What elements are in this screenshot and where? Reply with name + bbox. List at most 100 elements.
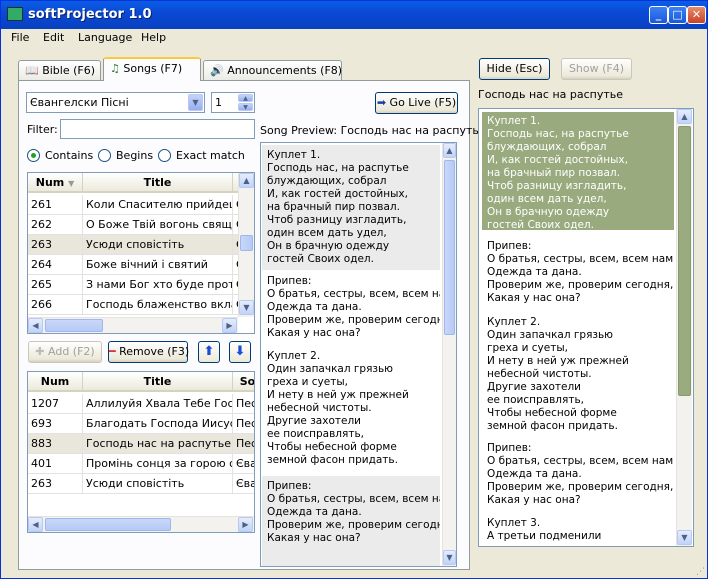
filter-input[interactable] (60, 119, 255, 139)
table-row[interactable]: 264Боже вічний і святийЄ (28, 255, 254, 275)
title-bar[interactable]: softProjector 1.0 _ □ ✕ (1, 1, 707, 29)
scroll-thumb[interactable] (45, 518, 171, 531)
preview-verse[interactable]: Куплет 1. Господь нас, на распутье блужд… (262, 145, 440, 270)
songbook-select[interactable]: Євангелски Пісні ▼ (26, 92, 205, 113)
table-cell-title: Усюди сповістіть (83, 235, 233, 255)
table-row[interactable]: 693Благодать Господа Иисус...Песн (28, 414, 254, 434)
table-cell-title: З нами Бог хто буде прот... (83, 275, 233, 295)
plus-icon: ✚ (35, 345, 45, 358)
live-verse[interactable]: Куплет 1. Господь нас, на распутье блужд… (482, 112, 674, 230)
menu-bar: File Edit Language Help (1, 29, 707, 47)
hide-button[interactable]: Hide (Esc) (479, 58, 550, 80)
radio-begins[interactable] (98, 149, 111, 162)
minus-icon: ━ (109, 345, 116, 358)
live-verse[interactable]: Куплет 3. А третьи подменили (482, 514, 674, 546)
hide-label: Hide (Esc) (486, 62, 543, 75)
song-preview-list[interactable]: Куплет 1. Господь нас, на распутье блужд… (260, 142, 457, 567)
show-label: Show (F4) (568, 62, 625, 75)
scroll-right-icon[interactable]: ▶ (238, 517, 253, 532)
table-cell-num: 261 (28, 195, 83, 215)
radio-contains[interactable] (27, 149, 40, 162)
col-num[interactable]: Num ▼ (28, 173, 83, 193)
table-row[interactable]: 262О Боже Твій вогонь свяще...Є (28, 215, 254, 235)
go-live-button[interactable]: ➡ Go Live (F5) (375, 92, 458, 114)
spin-down-icon[interactable]: ▼ (238, 103, 253, 111)
table-row[interactable]: 261Коли Спасителю прийдешЄ (28, 195, 254, 215)
table-cell-extra: Єва (233, 474, 254, 494)
scroll-up-icon[interactable]: ▲ (239, 173, 254, 188)
col-songbook[interactable]: So (233, 372, 254, 392)
scroll-thumb[interactable] (678, 126, 691, 396)
maximize-button[interactable]: □ (668, 6, 687, 24)
live-verse[interactable]: Припев: О братья, сестры, всем, всем нам… (482, 439, 674, 507)
scroll-thumb[interactable] (45, 319, 103, 332)
songs-hscrollbar[interactable]: ◀ ▶ (28, 317, 238, 333)
remove-button[interactable]: ━ Remove (F3) (108, 341, 189, 363)
minimize-button[interactable]: _ (649, 6, 668, 24)
preview-vscrollbar[interactable]: ▲ ▼ (442, 143, 456, 566)
scroll-left-icon[interactable]: ◀ (28, 517, 43, 532)
table-cell-extra: Песн (233, 394, 254, 414)
scroll-thumb[interactable] (240, 235, 253, 251)
table-cell-num: 266 (28, 295, 83, 315)
table-cell-num: 263 (28, 235, 83, 255)
count-spinner[interactable]: 1 ▲ ▼ (211, 92, 255, 113)
table-row[interactable]: 265З нами Бог хто буде прот...Є (28, 275, 254, 295)
tab-announcements[interactable]: 🔊 Announcements (F8) (203, 60, 342, 80)
close-button[interactable]: ✕ (687, 6, 706, 24)
menu-language[interactable]: Language (78, 31, 132, 44)
table-row[interactable]: 401 Промінь сонця за горою с... Єва (28, 454, 254, 474)
tab-bible[interactable]: 📖 Bible (F6) (18, 60, 101, 80)
table-row[interactable]: 263Усюди сповістітьЄ (28, 235, 254, 255)
menu-file[interactable]: File (11, 31, 29, 44)
table-cell-num: 265 (28, 275, 83, 295)
table-cell-title: Благодать Господа Иисус... (83, 414, 233, 434)
tab-songs[interactable]: ♫ Songs (F7) (103, 57, 201, 81)
table-cell-title: Промінь сонця за горою с... (83, 454, 233, 474)
table-row[interactable]: 263 Усюди сповістіть Єва (28, 474, 254, 494)
songbook-value: Євангелски Пісні (30, 96, 129, 109)
scroll-down-icon[interactable]: ▼ (677, 530, 692, 545)
table-cell-title: Боже вічний і святий (83, 255, 233, 275)
songs-vscrollbar[interactable]: ▲ ▼ (238, 173, 254, 317)
preview-verse[interactable]: Припев: О братья, сестры, всем, всем нам… (262, 476, 440, 566)
col-title[interactable]: Title (83, 372, 233, 392)
playlist-table: Num Title So 1207 Аллилуйя Хвала Тебе Гос… (27, 371, 255, 533)
menu-edit[interactable]: Edit (43, 31, 64, 44)
show-button[interactable]: Show (F4) (561, 58, 632, 80)
col-title[interactable]: Title (83, 173, 233, 193)
scroll-right-icon[interactable]: ▶ (222, 318, 237, 333)
table-row[interactable]: 266Господь блаженство вкла...Є (28, 295, 254, 315)
scroll-down-icon[interactable]: ▼ (443, 550, 456, 565)
go-live-label: Go Live (F5) (389, 96, 457, 109)
preview-verse[interactable]: Куплет 2. Один запачкал грязью греха и с… (262, 346, 440, 476)
songs-table-header: Num ▼ Title (28, 173, 254, 193)
table-cell-num: 693 (28, 414, 83, 434)
table-cell-title: Усюди сповістіть (83, 474, 233, 494)
scroll-thumb[interactable] (444, 160, 455, 335)
song-preview-label: Song Preview: Господь нас на распутье (260, 124, 486, 137)
move-up-button[interactable]: ⬆ (198, 341, 220, 363)
menu-help[interactable]: Help (141, 31, 166, 44)
live-verse[interactable]: Куплет 2. Один запачкал грязью греха и с… (482, 313, 674, 433)
scroll-up-icon[interactable]: ▲ (677, 109, 692, 124)
chevron-down-icon[interactable]: ▼ (188, 94, 203, 111)
radio-exact-match[interactable] (158, 149, 171, 162)
playlist-hscrollbar[interactable]: ◀ ▶ (28, 516, 254, 532)
scroll-down-icon[interactable]: ▼ (239, 300, 254, 315)
add-button[interactable]: ✚ Add (F2) (28, 341, 102, 363)
col-num[interactable]: Num (28, 372, 83, 392)
preview-verse[interactable]: Припев: О братья, сестры, всем, всем нам… (262, 271, 440, 341)
spin-up-icon[interactable]: ▲ (238, 94, 253, 102)
scroll-up-icon[interactable]: ▲ (443, 143, 456, 158)
live-verse-list[interactable]: Куплет 1. Господь нас, на распутье блужд… (478, 108, 694, 547)
scroll-left-icon[interactable]: ◀ (28, 318, 43, 333)
table-row[interactable]: 883Господь нас на распутьеПесн (28, 434, 254, 454)
playlist-table-header: Num Title So (28, 372, 254, 392)
move-down-button[interactable]: ⬇ (229, 341, 251, 363)
table-cell-title: Коли Спасителю прийдеш (83, 195, 233, 215)
table-row[interactable]: 1207Аллилуйя Хвала Тебе Гос...Песн (28, 394, 254, 414)
resize-grip-icon[interactable]: ⋰ (696, 567, 705, 577)
live-vscrollbar[interactable]: ▲ ▼ (676, 109, 692, 546)
live-verse[interactable]: Припев: О братья, сестры, всем, всем нам… (482, 237, 674, 307)
